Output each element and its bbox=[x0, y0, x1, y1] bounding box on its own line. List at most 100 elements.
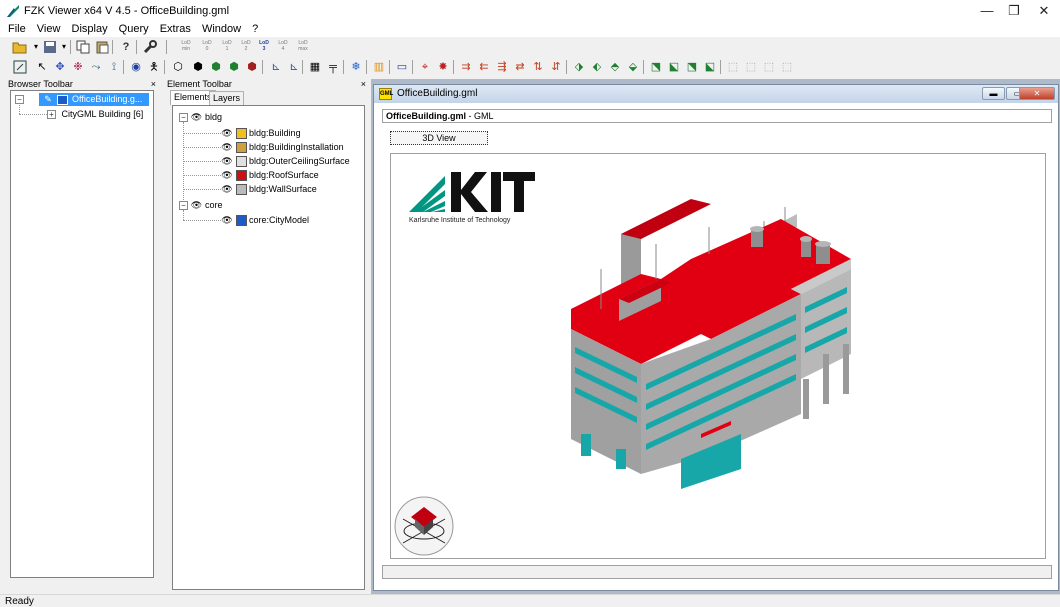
visibility-eye-icon[interactable]: 👁 bbox=[221, 168, 233, 182]
properties-icon[interactable]: ╤ bbox=[325, 59, 341, 75]
browser-panel-close-button[interactable]: × bbox=[151, 79, 156, 89]
solid-icon[interactable]: ⬢ bbox=[226, 59, 242, 75]
lod-4-button[interactable]: LoD 4 bbox=[275, 40, 291, 55]
view-back-icon[interactable]: ⇇ bbox=[476, 59, 492, 75]
document-minimize-button[interactable]: ▬ bbox=[982, 87, 1005, 100]
navigation-compass-icon[interactable] bbox=[393, 495, 455, 557]
person-icon[interactable]: 🯅 bbox=[146, 59, 162, 75]
element-panel-close-button[interactable]: × bbox=[361, 79, 366, 89]
help-question-icon[interactable]: ? bbox=[118, 39, 134, 55]
visibility-eye-icon[interactable]: 👁 bbox=[191, 110, 203, 124]
navigate-icon[interactable]: ✥ bbox=[52, 59, 68, 75]
view-top-icon[interactable]: ⇅ bbox=[530, 59, 546, 75]
menu-file[interactable]: File bbox=[0, 22, 30, 37]
axes-icon[interactable]: ⊾ bbox=[268, 59, 284, 75]
wireframe-icon[interactable]: ⬡ bbox=[170, 59, 186, 75]
document-close-button[interactable]: ✕ bbox=[1019, 87, 1055, 100]
document-bottom-scroll[interactable] bbox=[382, 565, 1052, 579]
collapse-icon[interactable]: − bbox=[15, 95, 24, 105]
view-left-icon[interactable]: ⇶ bbox=[494, 59, 510, 75]
document-file-type: - GML bbox=[468, 111, 494, 121]
shaded-green-icon[interactable]: ⬢ bbox=[208, 59, 224, 75]
perspective-3-icon[interactable]: ⬔ bbox=[684, 59, 700, 75]
lod-max-button[interactable]: LoD max bbox=[295, 40, 311, 55]
measure-icon[interactable]: ▭ bbox=[394, 59, 410, 75]
group-bldg-row[interactable]: − 👁 bldg bbox=[179, 110, 222, 124]
view-toolbar: ↖ ✥ ❉ ⤳ ⟟ ◉ 🯅 ⬡ ⬢ ⬢ ⬢ ⬢ ⊾ ⊾ ▦ ╤ ❄ ▥ ▭ ⌖ … bbox=[0, 57, 800, 77]
view-bottom-icon[interactable]: ⇵ bbox=[548, 59, 564, 75]
lod-3-button[interactable]: LoD 3 bbox=[256, 40, 272, 55]
visibility-eye-icon[interactable]: 👁 bbox=[221, 213, 233, 227]
explode-icon[interactable]: ✸ bbox=[435, 59, 451, 75]
menu-view[interactable]: View bbox=[33, 22, 65, 37]
toolbar-separator bbox=[643, 60, 644, 74]
menu-extras[interactable]: Extras bbox=[156, 22, 195, 37]
textured-icon[interactable]: ⬢ bbox=[244, 59, 260, 75]
tab-layers[interactable]: Layers bbox=[209, 91, 245, 105]
statistics-icon[interactable]: ▥ bbox=[371, 59, 387, 75]
iso-view-2-icon[interactable]: ⬖ bbox=[589, 59, 605, 75]
element-row[interactable]: 👁 bldg:WallSurface bbox=[221, 182, 317, 196]
expand-icon[interactable]: + bbox=[47, 110, 56, 120]
zoom-fit-icon[interactable] bbox=[12, 59, 28, 75]
snowflake-icon[interactable]: ❄ bbox=[348, 59, 364, 75]
view-front-icon[interactable]: ⇉ bbox=[458, 59, 474, 75]
open-folder-icon[interactable] bbox=[12, 39, 28, 55]
rotate-icon[interactable]: ❉ bbox=[70, 59, 86, 75]
3d-viewport[interactable]: Karlsruhe Institute of Technology bbox=[390, 153, 1046, 559]
status-text: Ready bbox=[5, 596, 34, 607]
visibility-eye-icon[interactable]: 👁 bbox=[221, 154, 233, 168]
tree-root-selected[interactable]: ✎ OfficeBuilding.g... bbox=[39, 93, 149, 106]
visibility-eye-icon[interactable]: 👁 bbox=[191, 198, 203, 212]
paste-icon[interactable] bbox=[94, 39, 110, 55]
close-button[interactable]: ✕ bbox=[1027, 0, 1060, 22]
element-row[interactable]: 👁 bldg:Building bbox=[221, 126, 301, 140]
pick-object-icon[interactable]: ◉ bbox=[128, 59, 144, 75]
toolbar-separator bbox=[302, 60, 303, 74]
app-logo-icon bbox=[7, 5, 19, 17]
select-cursor-icon[interactable]: ↖ bbox=[34, 59, 50, 75]
table-view-icon[interactable]: ▦ bbox=[307, 59, 323, 75]
menu-display[interactable]: Display bbox=[68, 22, 112, 37]
visibility-eye-icon[interactable]: 👁 bbox=[221, 182, 233, 196]
collapse-icon[interactable]: − bbox=[179, 201, 188, 211]
perspective-1-icon[interactable]: ⬔ bbox=[648, 59, 664, 75]
lod-min-button[interactable]: LoD min bbox=[178, 40, 194, 55]
copy-icon[interactable] bbox=[75, 39, 91, 55]
element-row[interactable]: 👁 bldg:OuterCeilingSurface bbox=[221, 154, 350, 168]
lod-0-button[interactable]: LoD 0 bbox=[199, 40, 215, 55]
element-row[interactable]: 👁 bldg:BuildingInstallation bbox=[221, 140, 344, 154]
menu-window[interactable]: Window bbox=[198, 22, 245, 37]
menu-help[interactable]: ? bbox=[248, 22, 262, 37]
iso-view-4-icon[interactable]: ⬙ bbox=[625, 59, 641, 75]
document-window: GML OfficeBuilding.gml ▬ ▭ ✕ OfficeBuild… bbox=[373, 84, 1059, 591]
lod-2-button[interactable]: LoD 2 bbox=[238, 40, 254, 55]
tree-connector bbox=[183, 210, 184, 220]
toolbar-separator bbox=[123, 60, 124, 74]
view-right-icon[interactable]: ⇄ bbox=[512, 59, 528, 75]
tab-3d-view[interactable]: 3D View bbox=[390, 131, 488, 145]
document-title-bar[interactable]: GML OfficeBuilding.gml ▬ ▭ ✕ bbox=[374, 85, 1058, 103]
shaded-outline-icon[interactable]: ⬢ bbox=[190, 59, 206, 75]
toolbar-separator bbox=[262, 60, 263, 74]
visibility-eye-icon[interactable]: 👁 bbox=[221, 140, 233, 154]
lod-1-button[interactable]: LoD 1 bbox=[219, 40, 235, 55]
maximize-button[interactable]: ❐ bbox=[997, 0, 1031, 22]
tool-wrench-icon[interactable] bbox=[142, 39, 158, 55]
menu-query[interactable]: Query bbox=[115, 22, 153, 37]
visibility-eye-icon[interactable]: 👁 bbox=[221, 126, 233, 140]
collapse-icon[interactable]: − bbox=[179, 113, 188, 123]
target-icon[interactable]: ⌖ bbox=[417, 59, 433, 75]
iso-view-1-icon[interactable]: ⬗ bbox=[571, 59, 587, 75]
tree-root-row[interactable]: − bbox=[15, 92, 24, 106]
iso-view-3-icon[interactable]: ⬘ bbox=[607, 59, 623, 75]
axes-grid-icon[interactable]: ⊾ bbox=[286, 59, 302, 75]
tree-child-row[interactable]: + CityGML Building [6] bbox=[47, 107, 143, 121]
element-row[interactable]: 👁 bldg:RoofSurface bbox=[221, 168, 319, 182]
element-row[interactable]: 👁 core:CityModel bbox=[221, 213, 309, 227]
perspective-2-icon[interactable]: ⬕ bbox=[666, 59, 682, 75]
walk-path-icon[interactable]: ⟟ bbox=[106, 59, 122, 75]
group-core-row[interactable]: − 👁 core bbox=[179, 198, 223, 212]
perspective-4-icon[interactable]: ⬕ bbox=[702, 59, 718, 75]
fly-icon[interactable]: ⤳ bbox=[88, 59, 104, 75]
